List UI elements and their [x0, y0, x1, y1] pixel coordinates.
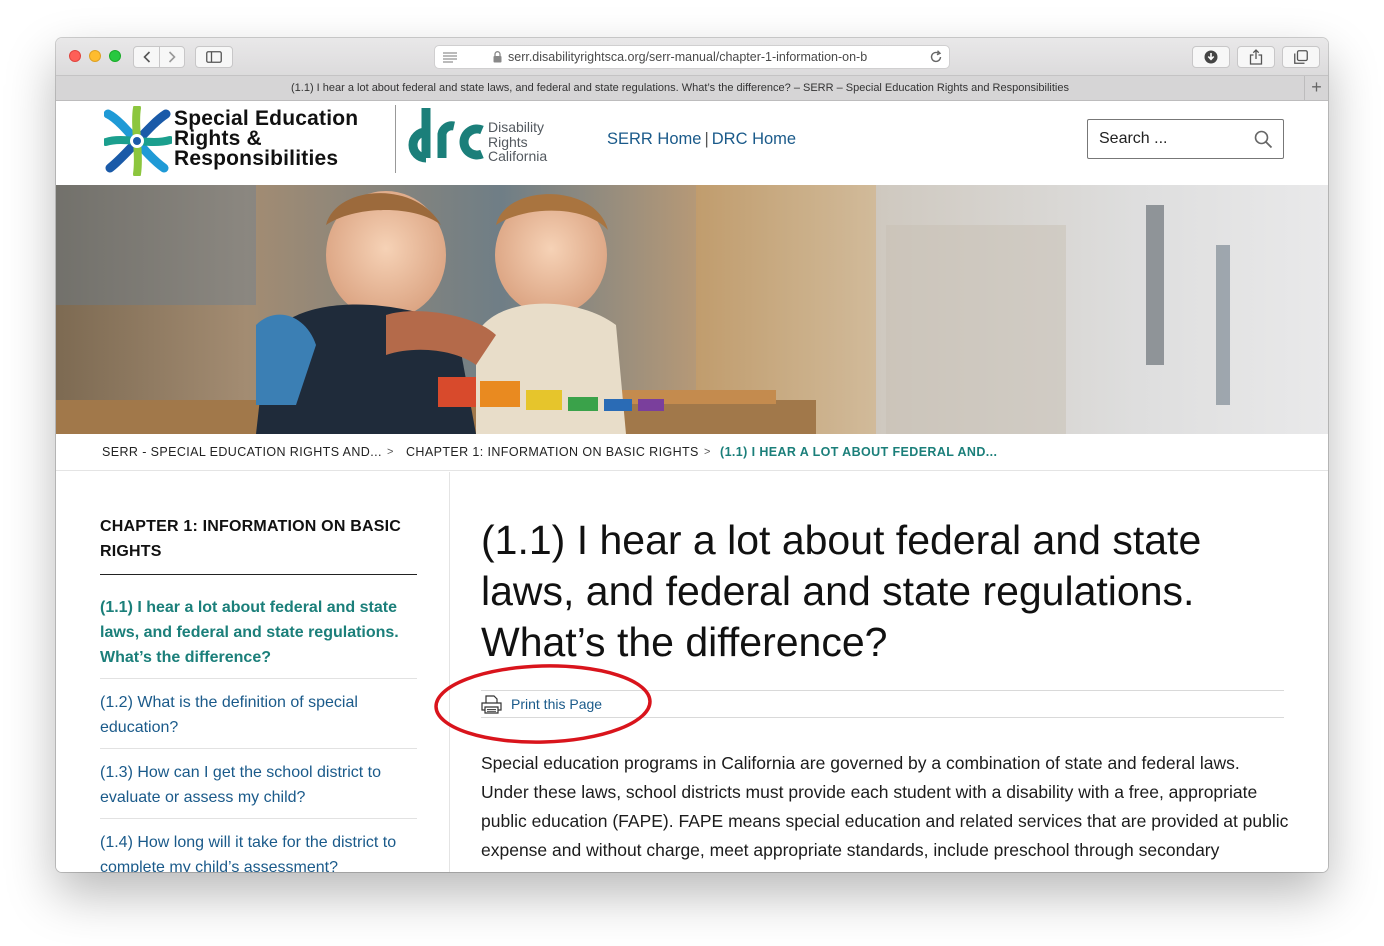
- search-input[interactable]: [1088, 120, 1248, 158]
- reader-view-icon[interactable]: [443, 52, 457, 63]
- site-header: Special Education Rights & Responsibilit…: [56, 101, 1328, 185]
- sidebar-chapter-title: CHAPTER 1: INFORMATION ON BASIC RIGHTS: [100, 518, 402, 560]
- zoom-window-button[interactable]: [109, 50, 121, 62]
- show-sidebar-button[interactable]: [195, 46, 233, 68]
- lock-icon: [493, 51, 502, 63]
- sidebar-title-rule: [100, 574, 417, 575]
- search-icon[interactable]: [1254, 130, 1273, 149]
- drc-logo-icon[interactable]: [406, 104, 486, 164]
- print-page-link[interactable]: Print this Page: [481, 694, 602, 714]
- share-button[interactable]: [1237, 46, 1275, 68]
- tab-active[interactable]: (1.1) I hear a lot about federal and sta…: [56, 82, 1304, 94]
- drc-logo-text[interactable]: Disability Rights California: [488, 120, 547, 164]
- serr-home-link[interactable]: SERR Home: [607, 130, 701, 148]
- close-window-button[interactable]: [69, 50, 81, 62]
- sidebar-item-1-1[interactable]: (1.1) I hear a lot about federal and sta…: [100, 595, 417, 670]
- breadcrumb-separator: >: [387, 446, 394, 458]
- forward-button[interactable]: [159, 47, 184, 67]
- browser-toolbar: serr.disabilityrightsca.org/serr-manual/…: [56, 38, 1328, 76]
- printer-icon: [481, 694, 502, 714]
- browser-window: serr.disabilityrightsca.org/serr-manual/…: [56, 38, 1328, 872]
- download-icon: [1204, 50, 1218, 64]
- print-page-label: Print this Page: [511, 696, 603, 712]
- chevron-left-icon: [142, 51, 150, 63]
- header-links: SERR Home | DRC Home: [607, 130, 796, 149]
- site-search: [1087, 119, 1284, 159]
- logo-divider: [395, 105, 396, 173]
- share-icon: [1249, 49, 1263, 65]
- minimize-window-button[interactable]: [89, 50, 101, 62]
- drc-home-link[interactable]: DRC Home: [712, 130, 796, 148]
- sidebar-divider: [449, 472, 450, 872]
- new-tab-button[interactable]: +: [1304, 76, 1328, 100]
- breadcrumb-separator: >: [704, 446, 711, 458]
- print-bar-rule-top: [481, 690, 1284, 691]
- sidebar-item-1-3[interactable]: (1.3) How can I get the school district …: [100, 760, 417, 810]
- breadcrumb: SERR - SPECIAL EDUCATION RIGHTS AND... >…: [56, 434, 1328, 471]
- breadcrumb-item-current: (1.1) I HEAR A LOT ABOUT FEDERAL AND...: [720, 445, 998, 459]
- show-all-tabs-button[interactable]: [1282, 46, 1320, 68]
- breadcrumb-item-serr[interactable]: SERR - SPECIAL EDUCATION RIGHTS AND...: [102, 445, 382, 459]
- tab-bar: (1.1) I hear a lot about federal and sta…: [56, 76, 1328, 101]
- downloads-button[interactable]: [1192, 46, 1230, 68]
- sidebar-item-1-4[interactable]: (1.4) How long will it take for the dist…: [100, 830, 417, 872]
- sidebar-item-divider: [100, 818, 417, 819]
- link-separator: |: [704, 130, 709, 148]
- address-bar[interactable]: serr.disabilityrightsca.org/serr-manual/…: [434, 45, 950, 69]
- sidebar-item-divider: [100, 748, 417, 749]
- sidebar-item-1-2[interactable]: (1.2) What is the definition of special …: [100, 690, 417, 740]
- sidebar-icon: [206, 51, 222, 63]
- chevron-right-icon: [168, 51, 176, 63]
- serr-logo-text[interactable]: Special Education Rights & Responsibilit…: [174, 108, 358, 169]
- breadcrumb-item-chapter-1[interactable]: CHAPTER 1: INFORMATION ON BASIC RIGHTS: [406, 445, 699, 459]
- reload-icon[interactable]: [929, 50, 943, 64]
- address-url: serr.disabilityrightsca.org/serr-manual/…: [508, 50, 868, 64]
- back-button[interactable]: [134, 47, 159, 67]
- article-body: Special education programs in California…: [481, 753, 1289, 872]
- sidebar-item-divider: [100, 678, 417, 679]
- web-page: Special Education Rights & Responsibilit…: [56, 101, 1328, 872]
- hero-banner-image: [56, 185, 1328, 434]
- print-bar-rule-bottom: [481, 717, 1284, 718]
- history-nav-group: [133, 46, 185, 68]
- article-title: (1.1) I hear a lot about federal and sta…: [481, 517, 1202, 665]
- tabs-overview-icon: [1294, 50, 1308, 64]
- serr-logo-icon[interactable]: [104, 106, 172, 176]
